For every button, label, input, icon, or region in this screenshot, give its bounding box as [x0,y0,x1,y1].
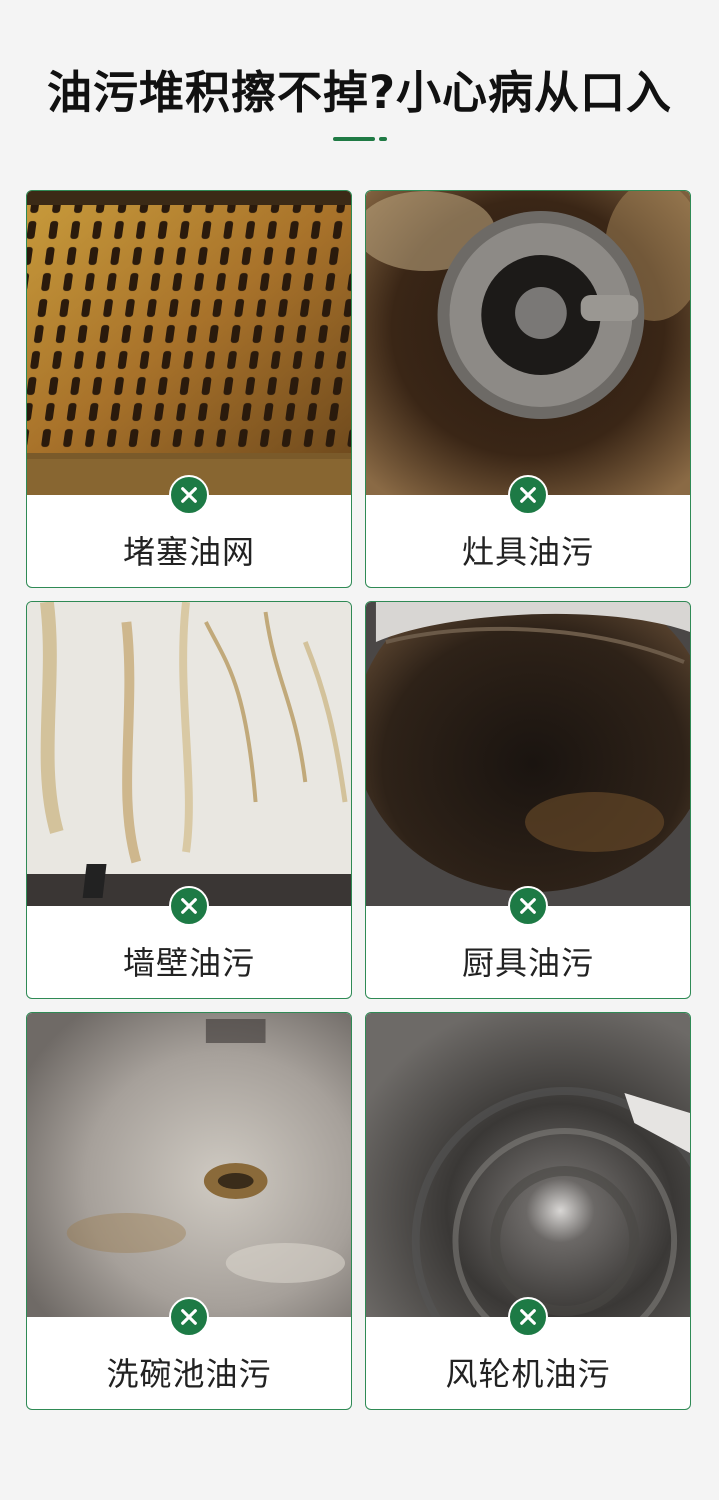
card-label: 灶具油污 [461,533,594,571]
greasy-fan-photo [366,1013,690,1317]
x-icon [169,886,209,926]
x-icon [169,475,209,515]
card-clogged-filter: 堵塞油网 [26,190,352,588]
x-icon [508,475,548,515]
greasy-pot-photo [366,602,690,906]
card-sink-grease: 洗碗池油污 [26,1012,352,1410]
x-icon [508,886,548,926]
card-stove-grease: 灶具油污 [365,190,691,588]
greasy-stove-photo [366,191,690,495]
card-wall-grease: 墙壁油污 [26,601,352,999]
card-fan-grease: 风轮机油污 [365,1012,691,1410]
greasy-sink-photo [27,1013,351,1317]
card-label: 洗碗池油污 [106,1355,272,1393]
card-label: 墙壁油污 [122,944,255,982]
greasy-filter-photo [27,191,351,495]
card-label: 厨具油污 [461,944,594,982]
card-cookware-grease: 厨具油污 [365,601,691,999]
card-label: 堵塞油网 [122,533,255,571]
x-icon [169,1297,209,1337]
problem-grid: 堵塞油网 灶具油污 墙壁油污 厨具油污 洗碗池油污 风轮机油污 [0,0,719,1500]
greasy-wall-photo [27,602,351,906]
x-icon [508,1297,548,1337]
card-label: 风轮机油污 [445,1355,611,1393]
